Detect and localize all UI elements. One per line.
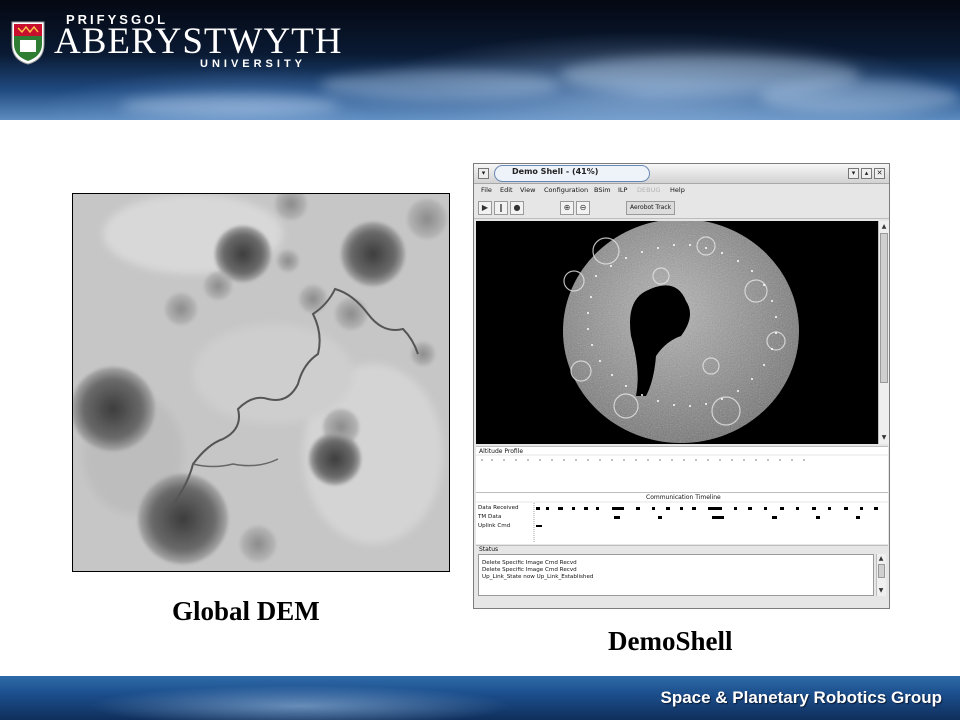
toolbar: ▶ ‖ ● ⊕ ⊖ Aerobot Track bbox=[474, 197, 889, 219]
menu-file[interactable]: File bbox=[481, 186, 492, 194]
status-log-line: Delete Specific Image Cmd Recvd bbox=[482, 560, 577, 566]
altitude-profile-graphic bbox=[476, 454, 888, 461]
viewport-vertical-scrollbar[interactable]: ▲ ▼ bbox=[878, 221, 889, 444]
university-main-name: ABERYSTWYTH bbox=[54, 21, 343, 62]
status-label: Status bbox=[479, 546, 499, 553]
pause-icon[interactable]: ‖ bbox=[494, 201, 508, 215]
status-scroll-thumb[interactable] bbox=[878, 564, 885, 578]
aerobot-track-button[interactable]: Aerobot Track bbox=[626, 201, 676, 215]
scroll-up-icon[interactable]: ▲ bbox=[880, 222, 888, 231]
minimize-icon[interactable]: ▾ bbox=[848, 168, 859, 179]
university-sub-name: UNIVERSITY bbox=[200, 58, 307, 70]
footer-banner: Space & Planetary Robotics Group bbox=[0, 676, 960, 720]
window-menu-icon[interactable]: ▾ bbox=[478, 168, 489, 179]
maximize-icon[interactable]: ▴ bbox=[861, 168, 872, 179]
research-group-name: Space & Planetary Robotics Group bbox=[660, 688, 942, 707]
crest-icon bbox=[11, 21, 45, 65]
status-log-line: Delete Specific Image Cmd Recvd bbox=[482, 567, 577, 573]
menu-bsim[interactable]: BSim bbox=[594, 186, 611, 194]
window-titlebar[interactable]: ▾ Demo Shell - (41%) ▾ ▴ ✕ bbox=[474, 164, 889, 184]
menubar: File Edit View Configuration BSim ILP DE… bbox=[474, 185, 889, 197]
status-panel: Status Delete Specific Image Cmd Recvd D… bbox=[476, 545, 888, 605]
status-log[interactable]: Delete Specific Image Cmd Recvd Delete S… bbox=[478, 554, 874, 596]
university-logo[interactable]: PRIFYSGOL ABERYSTWYTH UNIVERSITY bbox=[4, 6, 342, 70]
stop-icon[interactable]: ● bbox=[510, 201, 524, 215]
play-icon[interactable]: ▶ bbox=[478, 201, 492, 215]
menu-help[interactable]: Help bbox=[670, 186, 685, 194]
menu-configuration[interactable]: Configuration bbox=[544, 186, 588, 194]
communication-timeline-panel: Communication Timeline Data Received TM … bbox=[476, 492, 888, 544]
status-scroll-down-icon[interactable]: ▼ bbox=[877, 586, 885, 595]
global-dem-caption: Global DEM bbox=[172, 596, 320, 626]
menu-ilp[interactable]: ILP bbox=[618, 186, 627, 194]
status-vertical-scrollbar[interactable]: ▲ ▼ bbox=[876, 554, 886, 596]
terrain-viewport[interactable] bbox=[476, 221, 878, 444]
demoshell-caption: DemoShell bbox=[608, 626, 733, 656]
demoshell-window[interactable]: ▾ Demo Shell - (41%) ▾ ▴ ✕ File Edit Vie… bbox=[473, 163, 890, 609]
menu-view[interactable]: View bbox=[520, 186, 535, 194]
menu-debug[interactable]: DEBUG bbox=[637, 186, 660, 194]
menu-edit[interactable]: Edit bbox=[500, 186, 513, 194]
dem-terrain-graphic bbox=[73, 194, 449, 571]
communication-timeline-graphic bbox=[476, 501, 888, 543]
status-scroll-up-icon[interactable]: ▲ bbox=[877, 554, 885, 563]
scroll-thumb[interactable] bbox=[880, 233, 888, 383]
zoom-out-icon[interactable]: ⊖ bbox=[576, 201, 590, 215]
status-log-line: Up_Link_State now Up_Link_Established bbox=[482, 574, 594, 580]
scroll-down-icon[interactable]: ▼ bbox=[880, 433, 888, 442]
global-dem-image bbox=[72, 193, 450, 572]
close-icon[interactable]: ✕ bbox=[874, 168, 885, 179]
altitude-profile-panel: Altitude Profile bbox=[476, 446, 888, 492]
zoom-in-icon[interactable]: ⊕ bbox=[560, 201, 574, 215]
window-title: Demo Shell - (41%) bbox=[512, 167, 599, 176]
header-banner: PRIFYSGOL ABERYSTWYTH UNIVERSITY bbox=[0, 0, 960, 120]
terrain-map-graphic bbox=[476, 221, 878, 444]
